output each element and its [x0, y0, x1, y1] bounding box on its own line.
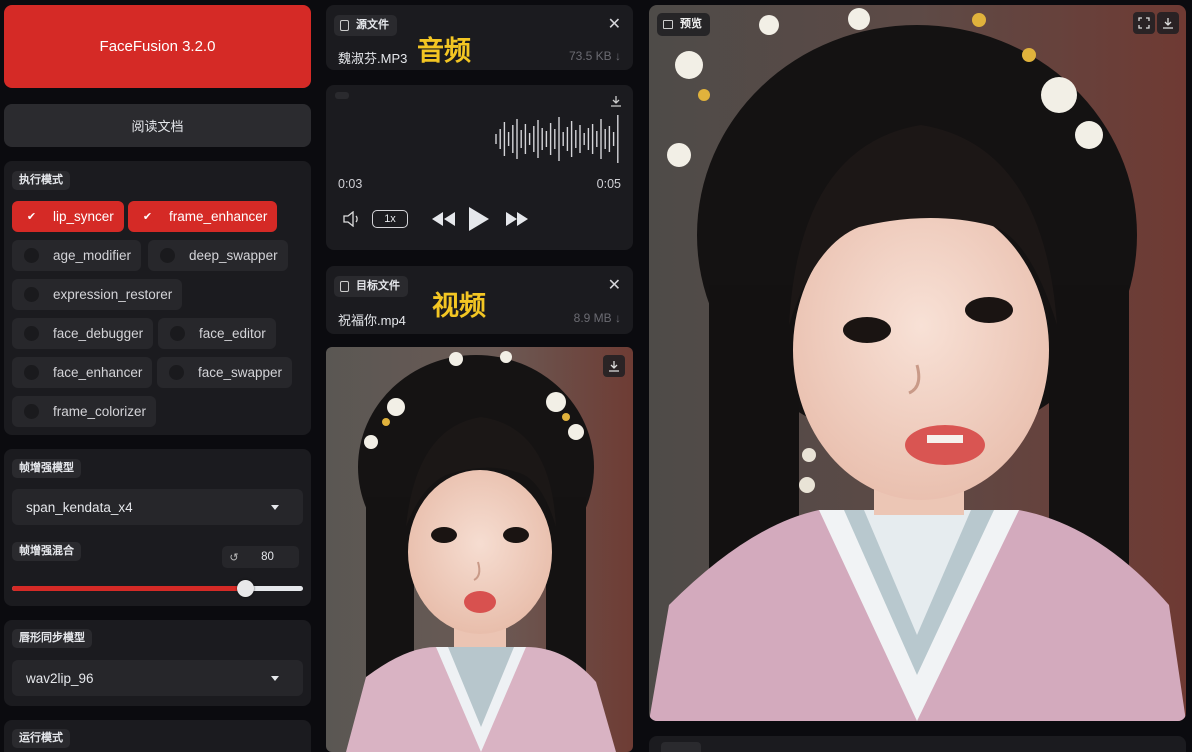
checkbox — [24, 248, 39, 263]
audio-player: 0:03 0:05 1x — [326, 85, 633, 250]
checkbox — [24, 365, 39, 380]
target-video-frame[interactable] — [326, 347, 633, 752]
slider-fill — [12, 586, 245, 591]
target-file-card: 目标文件 ✕ 祝福你.mp4 视频 8.9 MB ↓ — [326, 266, 633, 334]
processor-label: expression_restorer — [53, 287, 173, 302]
image-icon — [663, 20, 673, 29]
processor-frame-colorizer[interactable]: frame_colorizer — [12, 396, 157, 427]
processor-label: lip_syncer — [53, 209, 114, 224]
processor-deep-swapper[interactable]: deep_swapper — [148, 240, 288, 271]
blend-value: 80 — [261, 551, 274, 563]
checkmark-icon: ✔ — [140, 209, 155, 224]
tag-label: 预览 — [680, 18, 702, 30]
source-file-tag: 源文件 — [334, 15, 397, 36]
select-value: span_kendata_x4 — [26, 499, 133, 515]
select-value: wav2lip_96 — [26, 670, 94, 686]
lip-sync-model-label: 唇形同步模型 — [12, 629, 92, 648]
frame-enhancer-panel: 帧增强模型 span_kendata_x4 帧增强混合 — [4, 449, 311, 606]
processor-label: frame_enhancer — [169, 209, 268, 224]
run-mode-panel: 运行模式 — [4, 720, 311, 752]
blend-slider[interactable] — [12, 580, 303, 597]
blend-number-input[interactable]: ↺ 80 — [222, 546, 299, 568]
checkbox — [160, 248, 175, 263]
execution-mode-label: 执行模式 — [12, 171, 70, 190]
file-icon — [340, 20, 349, 31]
tag-label: 源文件 — [356, 19, 389, 31]
video-overlay-label: 视频 — [432, 291, 486, 322]
download-icon[interactable] — [1157, 12, 1179, 34]
total-time: 0:05 — [596, 177, 621, 191]
file-icon — [340, 281, 349, 292]
processor-label: frame_colorizer — [53, 404, 147, 419]
checkbox — [169, 365, 184, 380]
volume-icon[interactable] — [342, 210, 362, 232]
playback-speed-button[interactable]: 1x — [372, 210, 408, 228]
preview-tag: 预览 — [657, 13, 710, 36]
audio-overlay-label: 音频 — [417, 36, 471, 67]
source-filename[interactable]: 魏淑芬.MP3 — [338, 48, 407, 67]
preview-frame[interactable]: 预览 — [649, 5, 1186, 721]
close-icon[interactable]: ✕ — [608, 14, 621, 34]
target-file-tag: 目标文件 — [334, 276, 408, 297]
fast-forward-icon[interactable] — [505, 212, 529, 231]
target-filename[interactable]: 祝福你.mp4 — [338, 310, 406, 329]
processor-expression-restorer[interactable]: expression_restorer — [12, 279, 183, 310]
processor-frame-enhancer[interactable]: ✔ frame_enhancer — [128, 201, 278, 232]
tag-label: 目标文件 — [356, 280, 400, 292]
processor-lip-syncer[interactable]: ✔ lip_syncer — [12, 201, 124, 232]
play-icon[interactable] — [469, 207, 489, 236]
checkbox — [24, 326, 39, 341]
processor-label: face_debugger — [53, 326, 144, 341]
frame-enhancer-blend-label: 帧增强混合 — [12, 542, 81, 561]
panel-label — [661, 742, 701, 752]
next-panel — [649, 736, 1186, 752]
chevron-down-icon — [271, 505, 279, 510]
read-docs-button[interactable]: 阅读文档 — [4, 104, 311, 147]
fullscreen-icon[interactable] — [1133, 12, 1155, 34]
processor-face-editor[interactable]: face_editor — [158, 318, 276, 349]
close-icon[interactable]: ✕ — [608, 275, 621, 295]
target-portrait-image — [326, 347, 633, 752]
processor-label: age_modifier — [53, 248, 132, 263]
processor-label: deep_swapper — [189, 248, 278, 263]
download-icon[interactable] — [603, 355, 625, 377]
checkmark-icon: ✔ — [24, 209, 39, 224]
target-filesize[interactable]: 8.9 MB ↓ — [574, 311, 621, 325]
checkbox — [170, 326, 185, 341]
processors-panel: 执行模式 ✔ lip_syncer ✔ frame_enhancer age_m… — [4, 161, 311, 435]
waveform[interactable] — [494, 113, 622, 165]
processor-face-enhancer[interactable]: face_enhancer — [12, 357, 153, 388]
preview-portrait-image — [649, 5, 1186, 721]
app-title-button[interactable]: FaceFusion 3.2.0 — [4, 5, 311, 88]
checkbox — [24, 404, 39, 419]
source-filesize[interactable]: 73.5 KB ↓ — [569, 49, 621, 63]
processor-face-debugger[interactable]: face_debugger — [12, 318, 154, 349]
processor-label: face_enhancer — [53, 365, 143, 380]
processor-face-swapper[interactable]: face_swapper — [157, 357, 293, 388]
run-mode-label: 运行模式 — [12, 729, 70, 748]
download-icon[interactable] — [607, 92, 625, 110]
slider-handle[interactable] — [236, 580, 254, 597]
player-tag — [335, 92, 349, 99]
frame-enhancer-model-select[interactable]: span_kendata_x4 — [12, 489, 303, 525]
frame-enhancer-model-label: 帧增强模型 — [12, 459, 81, 478]
current-time: 0:03 — [338, 177, 363, 191]
lip-sync-panel: 唇形同步模型 wav2lip_96 — [4, 620, 311, 706]
processor-label: face_editor — [199, 326, 266, 341]
checkbox — [24, 287, 39, 302]
reset-icon[interactable]: ↺ — [222, 551, 246, 564]
source-file-card: 源文件 ✕ 魏淑芬.MP3 音频 73.5 KB ↓ — [326, 5, 633, 70]
chevron-down-icon — [271, 676, 279, 681]
processor-age-modifier[interactable]: age_modifier — [12, 240, 142, 271]
processor-label: face_swapper — [198, 365, 283, 380]
lip-sync-model-select[interactable]: wav2lip_96 — [12, 660, 303, 696]
rewind-icon[interactable] — [432, 212, 456, 231]
